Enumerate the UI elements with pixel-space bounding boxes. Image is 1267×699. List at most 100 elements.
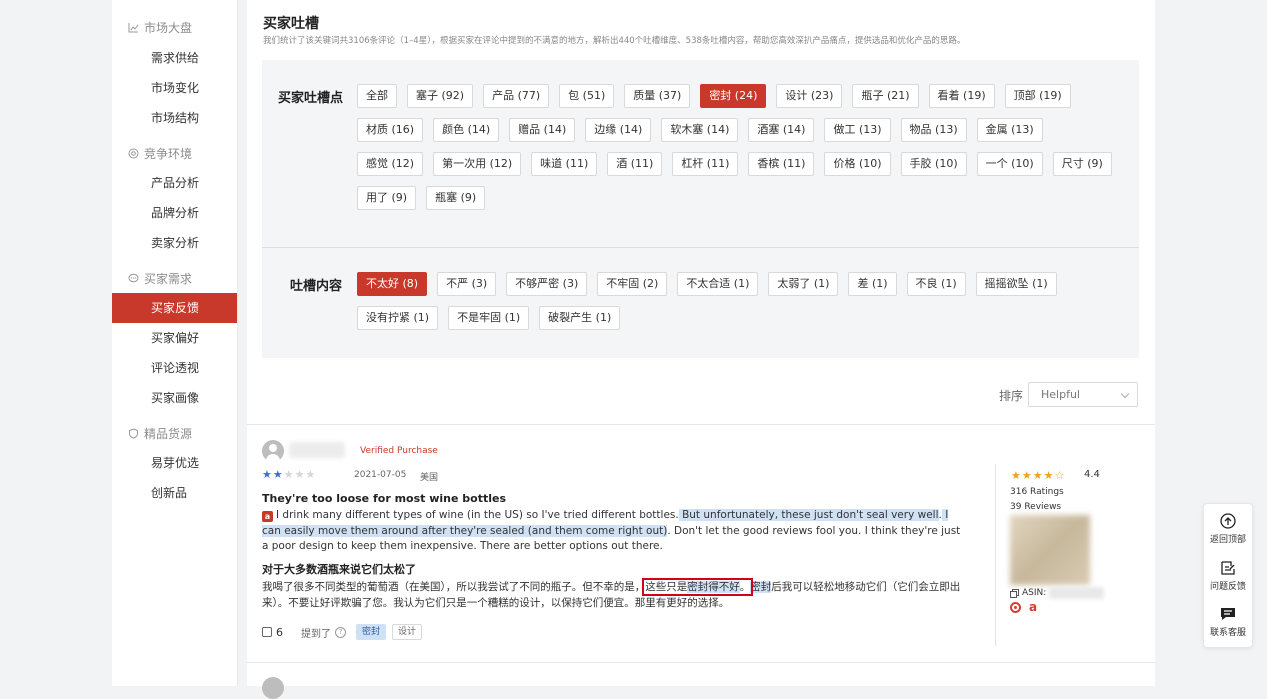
divider bbox=[262, 247, 1139, 248]
feedback-button[interactable]: 问题反馈 bbox=[1204, 560, 1252, 592]
filter-tag[interactable]: 酒 (11) bbox=[607, 152, 663, 176]
sidebar-item-seller-analysis[interactable]: 卖家分析 bbox=[112, 228, 237, 258]
avatar bbox=[262, 440, 284, 462]
sidebar-item-market-change[interactable]: 市场变化 bbox=[112, 73, 237, 103]
filter-tag[interactable]: 瓶塞 (9) bbox=[426, 186, 486, 210]
arrow-up-icon bbox=[1220, 513, 1236, 529]
filter-tag[interactable]: 质量 (37) bbox=[624, 84, 691, 108]
copy-icon[interactable] bbox=[1010, 588, 1019, 598]
filter-tag[interactable]: 材质 (16) bbox=[357, 118, 424, 142]
filter-tag[interactable]: 太弱了 (1) bbox=[768, 272, 839, 296]
sidebar-group-buyer-needs[interactable]: 买家需求 bbox=[128, 270, 192, 287]
filter-tag[interactable]: 设计 (23) bbox=[776, 84, 843, 108]
filter-tag[interactable]: 不够严密 (3) bbox=[506, 272, 588, 296]
filter-tag[interactable]: 摇摇欲坠 (1) bbox=[975, 272, 1057, 296]
review-highlight: But unfortunately, these just don't seal… bbox=[678, 509, 939, 521]
filter-tag[interactable]: 手胶 (10) bbox=[900, 152, 967, 176]
chat-icon bbox=[128, 273, 139, 283]
asin-label: ASIN: bbox=[1022, 588, 1047, 598]
contact-support-button[interactable]: 联系客服 bbox=[1204, 606, 1252, 638]
filter-tag[interactable]: 顶部 (19) bbox=[1004, 84, 1071, 108]
review-country: 美国 bbox=[420, 473, 439, 483]
filter-tag[interactable]: 不牢固 (2) bbox=[597, 272, 668, 296]
filter-tag[interactable]: 包 (51) bbox=[559, 84, 615, 108]
filter-tag[interactable]: 一个 (10) bbox=[976, 152, 1043, 176]
edit-icon bbox=[1221, 561, 1235, 575]
sidebar-item-product-analysis[interactable]: 产品分析 bbox=[112, 168, 237, 198]
help-icon[interactable]: ? bbox=[335, 626, 346, 638]
divider bbox=[247, 424, 1155, 425]
product-ratings-count: 316 Ratings bbox=[1010, 487, 1064, 497]
filter-tag[interactable]: 看着 (19) bbox=[928, 84, 995, 108]
sidebar-item-supply-demand[interactable]: 需求供给 bbox=[112, 43, 237, 73]
product-image[interactable] bbox=[1010, 515, 1090, 585]
filter-tag[interactable]: 不太好 (8) bbox=[357, 272, 428, 296]
filter-tag[interactable]: 金属 (13) bbox=[976, 118, 1043, 142]
star-icon: ★ bbox=[272, 468, 284, 481]
filter-tag[interactable]: 不太合适 (1) bbox=[677, 272, 759, 296]
filter-tag[interactable]: 产品 (77) bbox=[483, 84, 550, 108]
filter-tag[interactable]: 物品 (13) bbox=[900, 118, 967, 142]
sidebar-item-brand-analysis[interactable]: 品牌分析 bbox=[112, 198, 237, 228]
filter-tag[interactable]: 瓶子 (21) bbox=[852, 84, 919, 108]
divider bbox=[247, 662, 1155, 663]
complaint-content-label: 吐槽内容 bbox=[290, 279, 343, 294]
sidebar-group-market[interactable]: 市场大盘 bbox=[128, 19, 192, 36]
star-icon: ★ bbox=[1032, 469, 1044, 482]
back-to-top-button[interactable]: 返回顶部 bbox=[1204, 513, 1252, 545]
asin-value-blurred bbox=[1049, 587, 1105, 599]
amazon-icon[interactable]: a bbox=[1029, 601, 1037, 613]
mention-tag[interactable]: 密封 bbox=[356, 624, 387, 640]
sidebar-item-review-insight[interactable]: 评论透视 bbox=[112, 353, 237, 383]
filter-tag[interactable]: 用了 (9) bbox=[357, 186, 417, 210]
filter-tag[interactable]: 香槟 (11) bbox=[748, 152, 815, 176]
filter-panel: 买家吐槽点 全部 塞子 (92) 产品 (77) 包 (51) 质量 (37) 密封 (2… bbox=[262, 60, 1139, 358]
filter-tag[interactable]: 不严 (3) bbox=[437, 272, 497, 296]
message-icon bbox=[1221, 608, 1235, 620]
filter-tag[interactable]: 尺寸 (9) bbox=[1052, 152, 1112, 176]
sort-select[interactable]: Helpful bbox=[1028, 382, 1138, 407]
star-icon: ☆ bbox=[1054, 469, 1066, 482]
sidebar-item-yiya-select[interactable]: 易芽优选 bbox=[112, 448, 237, 478]
filter-tag[interactable]: 颜色 (14) bbox=[433, 118, 500, 142]
filter-tag[interactable]: 塞子 (92) bbox=[407, 84, 474, 108]
star-icon: ★ bbox=[283, 468, 295, 481]
filter-tag[interactable]: 没有拧紧 (1) bbox=[357, 306, 439, 330]
verified-purchase-label: Verified Purchase bbox=[360, 446, 438, 456]
filter-tag[interactable]: 边缘 (14) bbox=[585, 118, 652, 142]
filter-tag[interactable]: 杠杆 (11) bbox=[672, 152, 739, 176]
target-icon[interactable] bbox=[1010, 602, 1021, 613]
sidebar-item-buyer-portrait[interactable]: 买家画像 bbox=[112, 383, 237, 413]
sidebar-item-buyer-preference[interactable]: 买家偏好 bbox=[112, 323, 237, 353]
mention-tag[interactable]: 设计 bbox=[392, 624, 423, 640]
sidebar-group-label: 精品货源 bbox=[144, 427, 193, 441]
filter-tag[interactable]: 价格 (10) bbox=[824, 152, 891, 176]
sidebar-group-sourcing[interactable]: 精品货源 bbox=[128, 425, 192, 442]
sidebar-group-competition[interactable]: 竞争环境 bbox=[128, 145, 192, 162]
sort-label: 排序 bbox=[999, 389, 1024, 403]
filter-tag[interactable]: 不是牢固 (1) bbox=[448, 306, 530, 330]
filter-tag[interactable]: 做工 (13) bbox=[824, 118, 891, 142]
complaint-points-label: 买家吐槽点 bbox=[278, 91, 344, 106]
filter-tag[interactable]: 密封 (24) bbox=[700, 84, 767, 108]
sidebar-item-market-structure[interactable]: 市场结构 bbox=[112, 103, 237, 133]
thumbs-up-icon[interactable] bbox=[262, 627, 272, 637]
filter-tag[interactable]: 味道 (11) bbox=[531, 152, 598, 176]
sidebar-item-innovation[interactable]: 创新品 bbox=[112, 478, 237, 508]
filter-tag[interactable]: 差 (1) bbox=[848, 272, 897, 296]
filter-tag[interactable]: 不良 (1) bbox=[906, 272, 966, 296]
filter-tag[interactable]: 感觉 (12) bbox=[357, 152, 424, 176]
filter-tag[interactable]: 第一次用 (12) bbox=[433, 152, 522, 176]
chevron-down-icon bbox=[1120, 389, 1130, 399]
filter-tag[interactable]: 赠品 (14) bbox=[509, 118, 576, 142]
sidebar-item-buyer-feedback[interactable]: 买家反馈 bbox=[112, 293, 237, 323]
contact-support-label: 联系客服 bbox=[1209, 628, 1246, 638]
star-icon: ★ bbox=[294, 468, 306, 481]
product-rating: 4.4 bbox=[1084, 469, 1100, 480]
filter-tag[interactable]: 破裂产生 (1) bbox=[539, 306, 621, 330]
filter-tag[interactable]: 酒塞 (14) bbox=[748, 118, 815, 142]
back-to-top-label: 返回顶部 bbox=[1209, 535, 1246, 545]
filter-tag[interactable]: 全部 bbox=[357, 84, 397, 108]
review-date: 2021-07-05 bbox=[354, 470, 407, 480]
filter-tag[interactable]: 软木塞 (14) bbox=[661, 118, 739, 142]
